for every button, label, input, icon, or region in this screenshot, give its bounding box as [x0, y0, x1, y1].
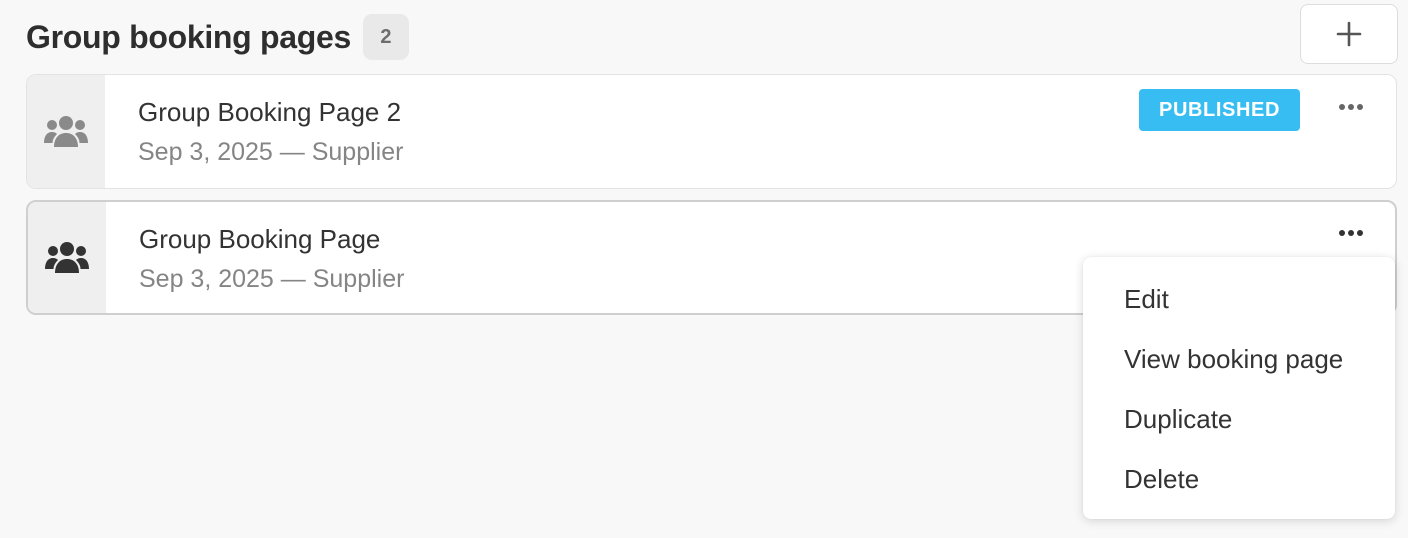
group-icon [44, 115, 88, 147]
page-title: Group booking pages [26, 18, 351, 55]
booking-page-title[interactable]: Group Booking Page [139, 224, 380, 255]
card-icon-column [27, 75, 105, 188]
booking-page-meta: Sep 3, 2025 — Supplier [139, 265, 405, 293]
more-options-button[interactable] [1324, 93, 1378, 121]
booking-page-card[interactable]: Group Booking Page 2 Sep 3, 2025 — Suppl… [26, 74, 1397, 189]
more-horizontal-icon [1339, 104, 1363, 110]
booking-page-title[interactable]: Group Booking Page 2 [138, 97, 401, 128]
menu-item-edit[interactable]: Edit [1083, 269, 1395, 329]
more-horizontal-icon [1339, 230, 1363, 236]
menu-item-delete[interactable]: Delete [1083, 449, 1395, 509]
card-options-menu: Edit View booking page Duplicate Delete [1083, 257, 1395, 519]
more-options-button[interactable] [1324, 219, 1378, 247]
plus-icon [1336, 21, 1362, 47]
group-booking-pages-panel: Group booking pages 2 Group Booking Page… [0, 0, 1408, 538]
add-booking-page-button[interactable] [1300, 4, 1398, 64]
group-icon [45, 241, 89, 273]
count-badge: 2 [362, 14, 409, 60]
card-icon-column [28, 202, 106, 313]
booking-page-meta: Sep 3, 2025 — Supplier [138, 138, 404, 166]
status-badge: PUBLISHED [1139, 89, 1300, 131]
page-header: Group booking pages 2 [26, 4, 1398, 64]
menu-item-duplicate[interactable]: Duplicate [1083, 389, 1395, 449]
menu-item-view-booking-page[interactable]: View booking page [1083, 329, 1395, 389]
